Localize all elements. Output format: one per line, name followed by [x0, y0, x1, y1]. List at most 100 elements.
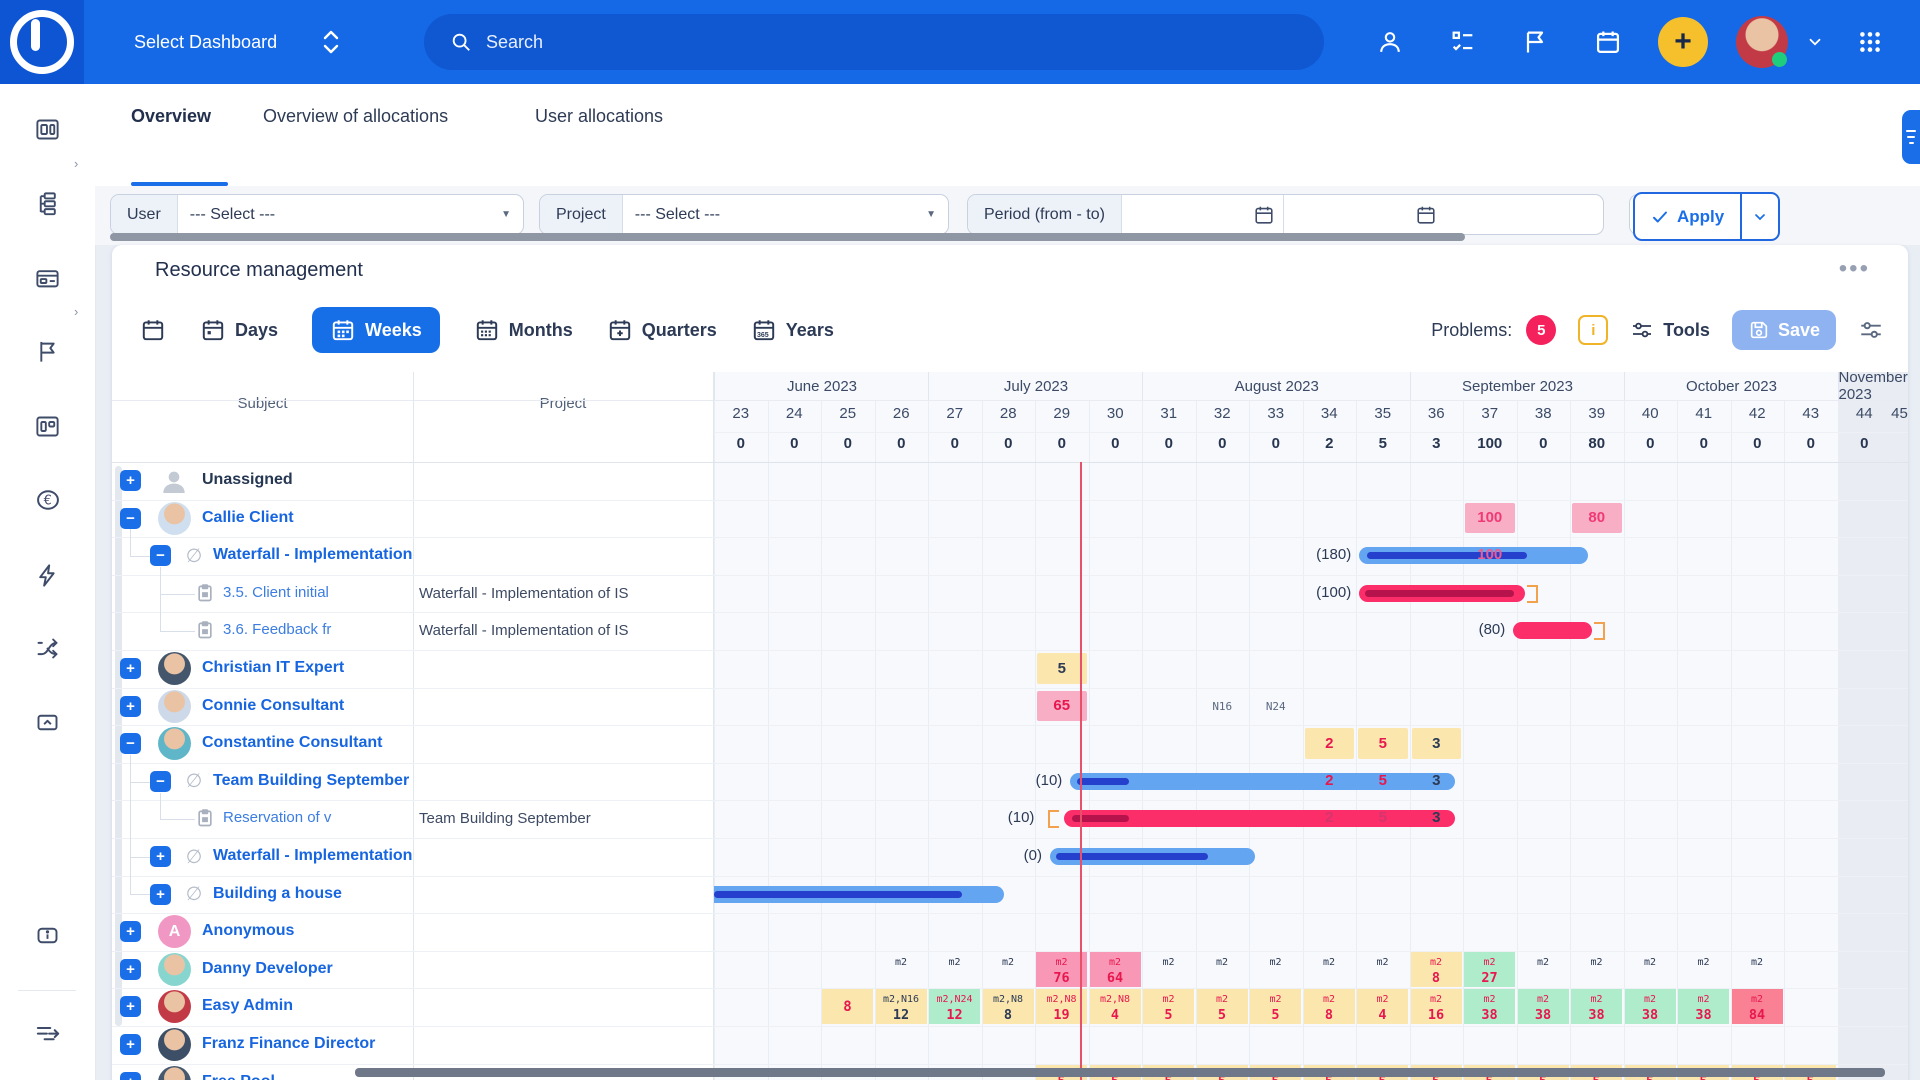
expand-minus-button[interactable]: − [120, 733, 141, 755]
expand-plus-button[interactable]: + [150, 883, 171, 905]
subject-name[interactable]: Building a house [213, 885, 413, 903]
allocation-cell[interactable]: m2 27 [1464, 951, 1515, 987]
allocation-cell[interactable]: 5 [1037, 653, 1087, 684]
allocation-cell[interactable]: 100 [1465, 502, 1515, 534]
subject-name[interactable]: Constantine Consultant [202, 734, 413, 752]
calendar-view-button[interactable] [140, 317, 166, 343]
task-link[interactable]: Reservation of v [223, 809, 413, 826]
tasks-checklist-icon[interactable] [1441, 0, 1485, 84]
allocation-cell[interactable]: m2 [983, 952, 1034, 987]
board-icon[interactable] [0, 265, 95, 292]
calendar-icon[interactable] [1586, 0, 1630, 84]
allocation-cell[interactable]: m2,N8 19 [1036, 989, 1087, 1025]
info-icon[interactable] [0, 922, 95, 949]
dashboard-selector[interactable]: Select Dashboard [134, 0, 341, 84]
allocation-cell[interactable]: m2,N8 4 [1089, 989, 1141, 1025]
allocation-cell[interactable]: m2 64 [1089, 951, 1141, 987]
view-days-button[interactable]: Days [200, 317, 278, 343]
allocation-cell[interactable]: m2 38 [1517, 989, 1569, 1025]
allocation-cell[interactable]: m2 [1518, 952, 1569, 987]
avatar[interactable] [158, 501, 191, 535]
subject-name[interactable]: Danny Developer [202, 960, 413, 978]
subject-name[interactable]: Team Building September [213, 772, 413, 790]
avatar[interactable] [158, 1028, 191, 1061]
panels-icon[interactable] [0, 413, 95, 440]
collapse-menu-icon[interactable] [0, 1019, 95, 1046]
allocation-cell[interactable]: m2 [929, 952, 980, 987]
allocation-cell[interactable]: m2 38 [1624, 989, 1676, 1025]
right-edge-panel-tab[interactable] [1902, 110, 1920, 164]
expand-plus-button[interactable]: + [120, 958, 141, 980]
allocation-cell[interactable]: m2 [1250, 952, 1301, 987]
period-to-input[interactable] [1284, 195, 1445, 234]
avatar[interactable] [158, 1065, 191, 1080]
avatar[interactable] [158, 952, 191, 986]
allocation-cell[interactable]: m2 [1197, 952, 1248, 987]
tab-user-allocations[interactable]: User allocations [535, 106, 663, 127]
tab-overview[interactable]: Overview [131, 106, 211, 127]
allocation-cell[interactable]: 5 [1358, 728, 1408, 759]
allocation-cell[interactable]: m2 [1732, 952, 1783, 987]
view-years-button[interactable]: 365 Years [751, 317, 834, 343]
allocation-cell[interactable]: m2 5 [1196, 989, 1248, 1025]
chart-horizontal-scrollbar[interactable] [355, 1068, 1885, 1077]
expand-plus-button[interactable]: + [120, 996, 141, 1018]
allocation-cell[interactable]: m2 [1357, 952, 1408, 987]
card-menu-dots[interactable]: ••• [1839, 255, 1870, 283]
view-months-button[interactable]: Months [474, 317, 573, 343]
app-logo[interactable] [0, 0, 84, 84]
allocation-cell[interactable]: m2 5 [1143, 989, 1194, 1025]
allocation-cell[interactable]: 65 [1037, 690, 1087, 722]
allocation-cell[interactable]: m2,N24 12 [929, 989, 980, 1025]
expand-plus-button[interactable]: + [120, 658, 141, 679]
expand-plus-button[interactable]: + [120, 695, 141, 717]
allocation-cell[interactable]: m2 [1143, 952, 1194, 987]
gantt-bar-pink[interactable] [1513, 622, 1592, 640]
allocation-cell[interactable]: m2 38 [1678, 989, 1729, 1025]
project-filter-select[interactable]: --- Select --- ▼ [623, 195, 948, 234]
tools-button[interactable]: Tools [1630, 318, 1710, 342]
subject-name[interactable]: Waterfall - Implementation of IS [213, 546, 413, 564]
inbox-icon[interactable] [0, 709, 95, 736]
task-link[interactable]: 3.5. Client initial [223, 584, 413, 601]
subject-name[interactable]: Unassigned [202, 471, 413, 489]
allocation-cell[interactable]: m2 [1304, 952, 1355, 987]
avatar[interactable] [158, 689, 191, 723]
expand-plus-button[interactable]: + [120, 921, 141, 943]
allocation-cell[interactable]: m2 [1571, 952, 1622, 987]
expand-minus-button[interactable]: − [120, 507, 141, 529]
allocation-cell[interactable]: m2 [1678, 952, 1729, 987]
save-button[interactable]: Save [1731, 310, 1836, 350]
gantt-bar-pink[interactable] [1359, 584, 1526, 602]
allocation-cell[interactable]: 3 [1411, 728, 1461, 759]
gantt-bar-blue[interactable] [714, 885, 1004, 903]
allocation-cell[interactable]: m2 8 [1410, 951, 1462, 987]
quick-actions-lightning-icon[interactable] [0, 562, 95, 589]
allocation-cell[interactable]: m2 5 [1250, 989, 1301, 1025]
expand-plus-button[interactable]: + [150, 846, 171, 867]
user-filter-select[interactable]: --- Select --- ▼ [178, 195, 523, 234]
allocation-cell[interactable]: 8 [822, 989, 873, 1025]
allocation-cell[interactable]: 80 [1572, 502, 1622, 534]
allocation-cell[interactable]: m2 [1625, 952, 1676, 987]
subject-name[interactable]: Easy Admin [202, 997, 413, 1015]
avatar[interactable] [158, 652, 191, 685]
subject-name[interactable]: Christian IT Expert [202, 659, 413, 677]
allocation-cell[interactable]: m2,N16 12 [875, 989, 927, 1025]
allocation-cell[interactable]: m2 84 [1731, 989, 1783, 1025]
view-quarters-button[interactable]: Quarters [607, 317, 717, 343]
apps-grid-icon[interactable] [1848, 0, 1892, 84]
avatar[interactable] [158, 990, 191, 1024]
allocation-cell[interactable]: m2 38 [1464, 989, 1515, 1025]
avatar[interactable] [158, 727, 191, 761]
period-from-input[interactable] [1122, 195, 1284, 234]
allocation-cell[interactable]: m2 38 [1571, 989, 1622, 1025]
expand-plus-button[interactable]: + [120, 470, 141, 491]
filters-horizontal-scrollbar[interactable] [110, 233, 1465, 241]
milestones-flag-icon[interactable] [0, 338, 95, 365]
settings-sliders-icon[interactable] [1858, 317, 1884, 343]
projects-tree-icon[interactable]: › [0, 190, 95, 319]
subject-name[interactable]: Callie Client [202, 509, 413, 527]
allocation-cell[interactable]: m2 76 [1036, 951, 1087, 987]
allocation-cell[interactable]: m2 [876, 952, 927, 987]
